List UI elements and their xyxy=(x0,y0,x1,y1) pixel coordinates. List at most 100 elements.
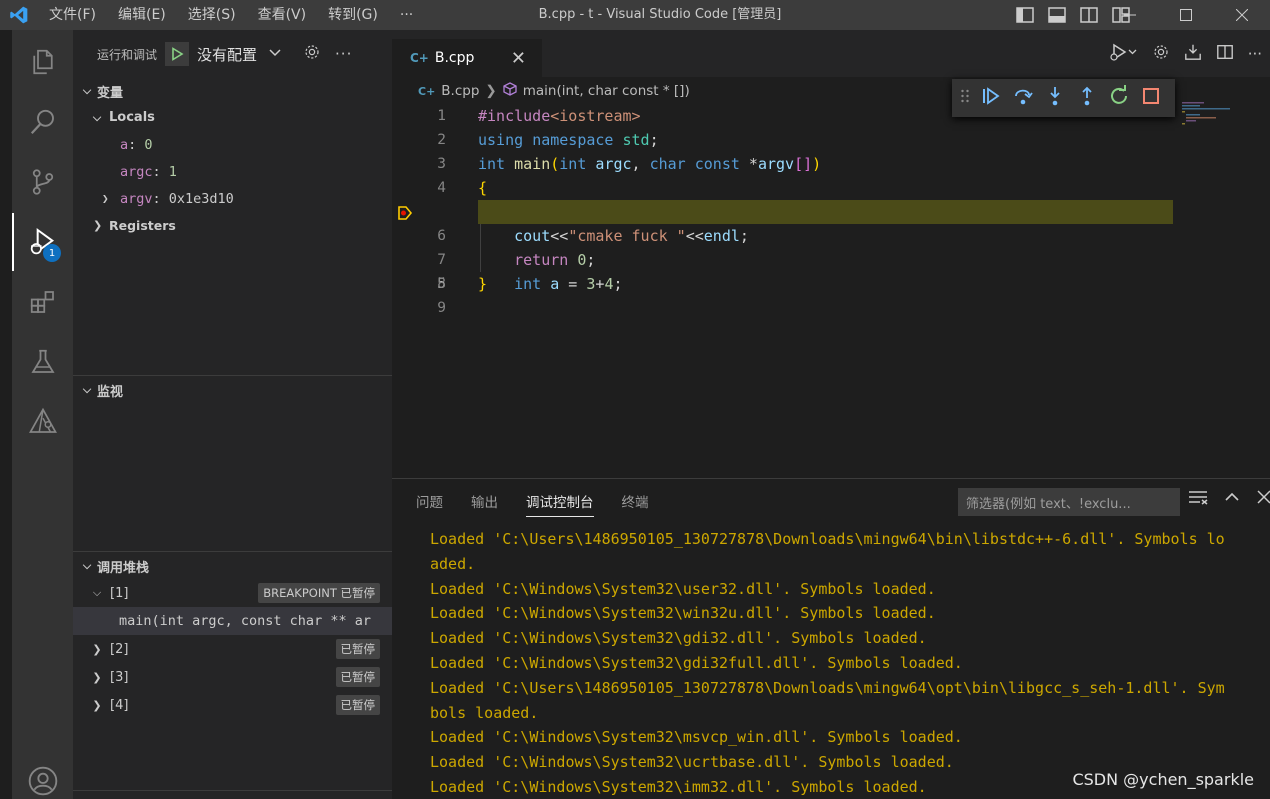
menu-view[interactable]: 查看(V) xyxy=(247,0,318,30)
account-icon[interactable] xyxy=(12,753,73,799)
code-line: 8} xyxy=(392,272,1270,296)
registers-scope[interactable]: ❯ Registers xyxy=(73,212,392,239)
chevron-down-icon[interactable] xyxy=(269,47,281,62)
toggle-sidebar-icon[interactable] xyxy=(1016,7,1034,23)
stack-frame-row[interactable]: main(int argc, const char ** ar xyxy=(73,607,392,635)
code-line-current: 5 int a = 3+4; xyxy=(392,200,1270,293)
start-debugging-button[interactable] xyxy=(165,42,190,66)
variable-row[interactable]: argc: 1 xyxy=(73,158,392,185)
console-line: Loaded 'C:\Windows\System32\gdi32full.dl… xyxy=(430,653,963,672)
continue-icon[interactable] xyxy=(980,85,1002,111)
chevron-right-icon: ❯ xyxy=(92,698,102,712)
console-line: Loaded 'C:\Windows\System32\msvcp_win.dl… xyxy=(430,728,963,747)
variable-row[interactable]: ❯ argv: 0x1e3d10 xyxy=(73,185,392,212)
thread-label: [3] xyxy=(110,669,129,685)
menu-file[interactable]: 文件(F) xyxy=(38,0,107,30)
more-actions-icon[interactable]: ··· xyxy=(1248,45,1262,63)
split-editor-icon[interactable] xyxy=(1216,43,1234,65)
step-into-icon[interactable] xyxy=(1044,85,1066,111)
tab-problems[interactable]: 问题 xyxy=(416,479,443,523)
toggle-secondary-sidebar-icon[interactable] xyxy=(1080,7,1098,23)
menu-more[interactable]: ··· xyxy=(389,0,424,30)
tab-b-cpp[interactable]: C+ B.cpp ✕ xyxy=(392,39,542,77)
drag-handle-icon[interactable] xyxy=(960,88,970,108)
maximize-button[interactable] xyxy=(1158,0,1214,30)
cpp-file-icon: C+ xyxy=(410,51,429,65)
locals-scope[interactable]: ⌵ Locals xyxy=(73,104,392,131)
menu-edit[interactable]: 编辑(E) xyxy=(107,0,177,30)
source-control-icon[interactable] xyxy=(12,154,73,210)
testing-icon[interactable] xyxy=(12,334,73,390)
chevron-up-icon[interactable] xyxy=(1224,489,1240,509)
toggle-panel-icon[interactable] xyxy=(1048,7,1066,23)
chevron-right-icon: ❯ xyxy=(485,83,497,99)
code-line: 6 cout<<"cmake fuck "<<endl; xyxy=(392,224,1270,248)
chevron-right-icon: ❯ xyxy=(93,219,103,232)
line-number: 7 xyxy=(437,252,446,268)
thread-label: [4] xyxy=(110,697,129,713)
sidebar-title: 运行和调试 xyxy=(97,47,158,62)
menu-go[interactable]: 转到(G) xyxy=(317,0,389,30)
run-debug-icon[interactable]: 1 xyxy=(12,214,73,270)
activity-bar: 1 xyxy=(12,30,73,799)
variable-value: 0x1e3d10 xyxy=(168,190,234,207)
chevron-down-icon: ⌵ xyxy=(82,383,92,396)
chevron-down-icon: ⌵ xyxy=(82,84,92,97)
left-edge xyxy=(0,30,12,799)
close-panel-icon[interactable] xyxy=(1256,489,1270,509)
step-out-icon[interactable] xyxy=(1076,85,1098,111)
menu-selection[interactable]: 选择(S) xyxy=(177,0,247,30)
variable-value: 0 xyxy=(144,136,153,153)
launch-config-select[interactable]: 没有配置 xyxy=(197,44,257,65)
close-icon[interactable]: ✕ xyxy=(511,48,526,69)
thread-row[interactable]: ⌵ [1] BREAKPOINT 已暂停 xyxy=(73,579,392,607)
minimap[interactable] xyxy=(1182,100,1242,130)
thread-row[interactable]: ❯ [4] 已暂停 xyxy=(73,691,392,719)
breadcrumb-file[interactable]: B.cpp xyxy=(441,83,479,99)
explorer-icon[interactable] xyxy=(12,34,73,90)
cmake-icon[interactable] xyxy=(12,394,73,450)
gear-icon[interactable] xyxy=(1152,43,1170,65)
thread-label: [1] xyxy=(110,585,129,601)
callstack-section: ⌵ 调用堆栈 ⌵ [1] BREAKPOINT 已暂停 main(int argc,… xyxy=(73,553,392,719)
panel-tabs: 问题 输出 调试控制台 终端 xyxy=(392,479,677,523)
console-line: Loaded 'C:\Windows\System32\user32.dll'.… xyxy=(430,579,936,598)
variable-row[interactable]: a: 0 xyxy=(73,131,392,158)
variables-header[interactable]: ⌵ 变量 xyxy=(73,78,392,104)
watch-header[interactable]: ⌵ 监视 xyxy=(73,377,392,403)
debug-sidebar: 运行和调试 没有配置 ··· ⌵ 变量 ⌵ Locals a: 0 argc: 1 … xyxy=(73,30,392,799)
chevron-right-icon: ❯ xyxy=(102,192,109,205)
filter-input[interactable]: 筛选器(例如 text、!exclu... xyxy=(958,488,1180,516)
status-badge: 已暂停 xyxy=(335,667,380,687)
callstack-title: 调用堆栈 xyxy=(97,560,150,576)
tab-output[interactable]: 输出 xyxy=(471,479,498,523)
chevron-down-icon: ⌵ xyxy=(82,559,92,572)
debug-console-output[interactable]: Loaded 'C:\Users\1486950105_130727878\Do… xyxy=(430,527,1270,799)
breadcrumb-symbol[interactable]: main(int, char const * []) xyxy=(523,83,690,99)
tab-debug-console[interactable]: 调试控制台 xyxy=(526,479,594,523)
extensions-icon[interactable] xyxy=(12,274,73,330)
more-actions-icon[interactable]: ··· xyxy=(335,45,352,63)
restart-icon[interactable] xyxy=(1108,85,1130,111)
console-line: bols loaded. xyxy=(430,703,539,722)
stop-icon[interactable] xyxy=(1140,85,1162,111)
menu-bar: 文件(F) 编辑(E) 选择(S) 查看(V) 转到(G) ··· xyxy=(38,0,424,30)
line-number: 8 xyxy=(437,276,446,292)
run-debug-dropdown-icon[interactable] xyxy=(1108,42,1138,66)
thread-row[interactable]: ❯ [2] 已暂停 xyxy=(73,635,392,663)
step-over-icon[interactable] xyxy=(1012,85,1034,111)
clear-console-icon[interactable] xyxy=(1188,489,1208,509)
gear-icon[interactable] xyxy=(303,43,321,65)
thread-row[interactable]: ❯ [3] 已暂停 xyxy=(73,663,392,691)
close-window-button[interactable] xyxy=(1214,0,1270,30)
minimize-button[interactable] xyxy=(1102,0,1158,30)
tab-terminal[interactable]: 终端 xyxy=(622,479,649,523)
callstack-header[interactable]: ⌵ 调用堆栈 xyxy=(73,553,392,579)
current-line-highlight xyxy=(478,200,1173,224)
search-icon[interactable] xyxy=(12,94,73,150)
code-editor[interactable]: 1 #include<iostream> 2 using namespace std… xyxy=(392,104,1270,477)
variable-name: a xyxy=(120,136,129,153)
function-symbol-icon xyxy=(503,82,517,100)
disassembly-icon[interactable] xyxy=(1184,43,1202,65)
chevron-down-icon: ⌵ xyxy=(92,110,102,124)
